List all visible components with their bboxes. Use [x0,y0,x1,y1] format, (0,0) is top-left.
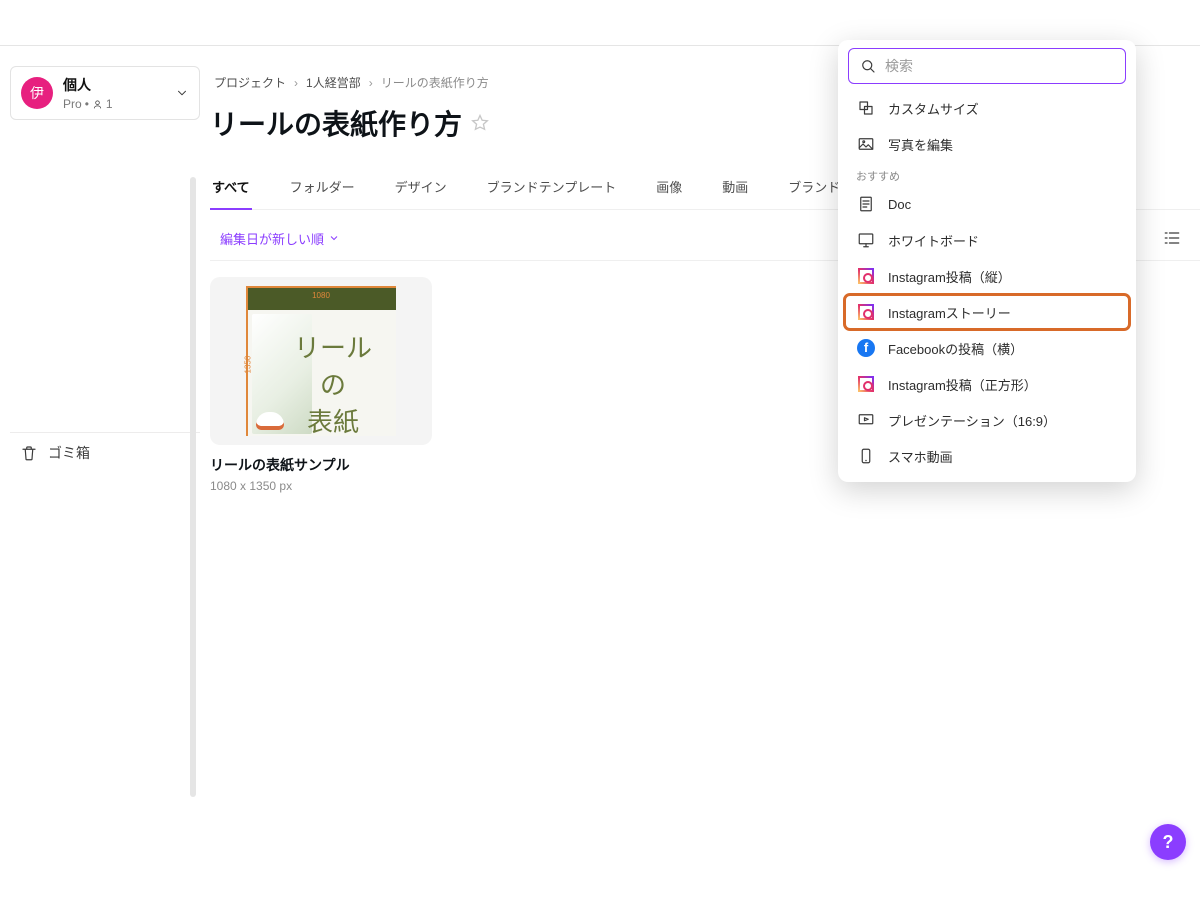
account-plan: Pro [63,97,82,111]
phone-icon [856,446,876,466]
instagram-icon [856,374,876,394]
dd-label: Doc [888,197,911,212]
sort-label: 編集日が新しい順 [220,229,324,248]
dd-facebook-post[interactable]: Facebookの投稿（横） [844,330,1130,366]
account-switcher[interactable]: 伊 個人 Pro • 1 [10,66,200,120]
dd-label: カスタムサイズ [888,99,979,118]
dd-edit-photo[interactable]: 写真を編集 [844,126,1130,162]
instagram-icon [856,302,876,322]
design-thumbnail: 1080 1350 リールの 表紙 [210,277,432,445]
dd-label: プレゼンテーション（16:9） [888,411,1056,430]
account-text: 個人 Pro • 1 [63,75,165,111]
dd-section-label: おすすめ [844,162,1130,186]
custom-size-icon [856,98,876,118]
design-title: リールの表紙サンプル [210,455,432,475]
dd-instagram-portrait[interactable]: Instagram投稿（縦） [844,258,1130,294]
dd-label: Instagramストーリー [888,303,1011,322]
thumb-label: リールの 表紙 [276,316,390,430]
dropdown-search[interactable] [848,48,1126,84]
breadcrumb-root[interactable]: プロジェクト [214,74,286,91]
search-icon [859,57,877,75]
dot-sep: • [85,97,89,111]
breadcrumb-current: リールの表紙作り方 [381,74,489,91]
tab-image[interactable]: 画像 [654,171,684,209]
thumb-line1: リールの [282,328,384,402]
thumb-line2: 表紙 [282,402,384,439]
search-input[interactable] [885,58,1115,74]
dd-phone-video[interactable]: スマホ動画 [844,438,1130,474]
design-card[interactable]: 1080 1350 リールの 表紙 リールの表紙サンプル 1080 x 1350… [210,277,432,493]
page-title: リールの表紙作り方 [210,103,462,143]
dd-instagram-story[interactable]: Instagramストーリー [844,294,1130,330]
breadcrumb-mid[interactable]: 1人経営部 [306,74,361,91]
chevron-right-icon: › [294,76,298,90]
tab-design[interactable]: デザイン [393,171,449,209]
dd-label: ホワイトボード [888,231,979,250]
thumb-graphic: 1080 1350 リールの 表紙 [246,286,396,436]
dd-label: 写真を編集 [888,135,953,154]
dd-label: スマホ動画 [888,447,953,466]
tab-folder[interactable]: フォルダー [288,171,357,209]
dd-custom-size[interactable]: カスタムサイズ [844,90,1130,126]
dd-label: Facebookの投稿（横） [888,339,1023,358]
dd-presentation[interactable]: プレゼンテーション（16:9） [844,402,1130,438]
dd-label: Instagram投稿（縦） [888,267,1011,286]
trash-label: ゴミ箱 [48,443,90,463]
trash-icon [20,444,38,462]
chevron-right-icon: › [369,76,373,90]
star-icon[interactable] [470,113,490,133]
tab-all[interactable]: すべて [210,171,252,210]
account-members: 1 [106,97,113,111]
instagram-icon [856,266,876,286]
doc-icon [856,194,876,214]
account-name: 個人 [63,75,165,95]
tab-video[interactable]: 動画 [720,171,750,209]
chevron-down-icon [175,86,189,100]
sidebar-bottom: ゴミ箱 [10,432,200,473]
chevron-down-icon [328,232,340,244]
design-meta: 1080 x 1350 px [210,479,432,493]
sidebar: 伊 個人 Pro • 1 ゴミ箱 [0,46,210,493]
presentation-icon [856,410,876,430]
facebook-icon [856,338,876,358]
sidebar-item-trash[interactable]: ゴミ箱 [10,432,200,473]
whiteboard-icon [856,230,876,250]
help-button[interactable]: ? [1150,824,1186,860]
sort-dropdown[interactable]: 編集日が新しい順 [220,229,340,248]
dd-label: Instagram投稿（正方形） [888,375,1037,394]
photo-icon [856,134,876,154]
thumb-dim-w: 1080 [312,291,330,300]
dd-whiteboard[interactable]: ホワイトボード [844,222,1130,258]
members-icon [92,99,103,110]
tab-brand-template[interactable]: ブランドテンプレート [485,171,619,209]
list-view-icon[interactable] [1162,228,1182,248]
scrollbar-hint [190,177,196,797]
dd-instagram-square[interactable]: Instagram投稿（正方形） [844,366,1130,402]
avatar: 伊 [21,77,53,109]
account-meta: Pro • 1 [63,97,165,111]
view-toggle [1162,228,1182,248]
create-design-dropdown: カスタムサイズ 写真を編集 おすすめ Doc ホワイトボード Instagram… [838,40,1136,482]
dd-doc[interactable]: Doc [844,186,1130,222]
